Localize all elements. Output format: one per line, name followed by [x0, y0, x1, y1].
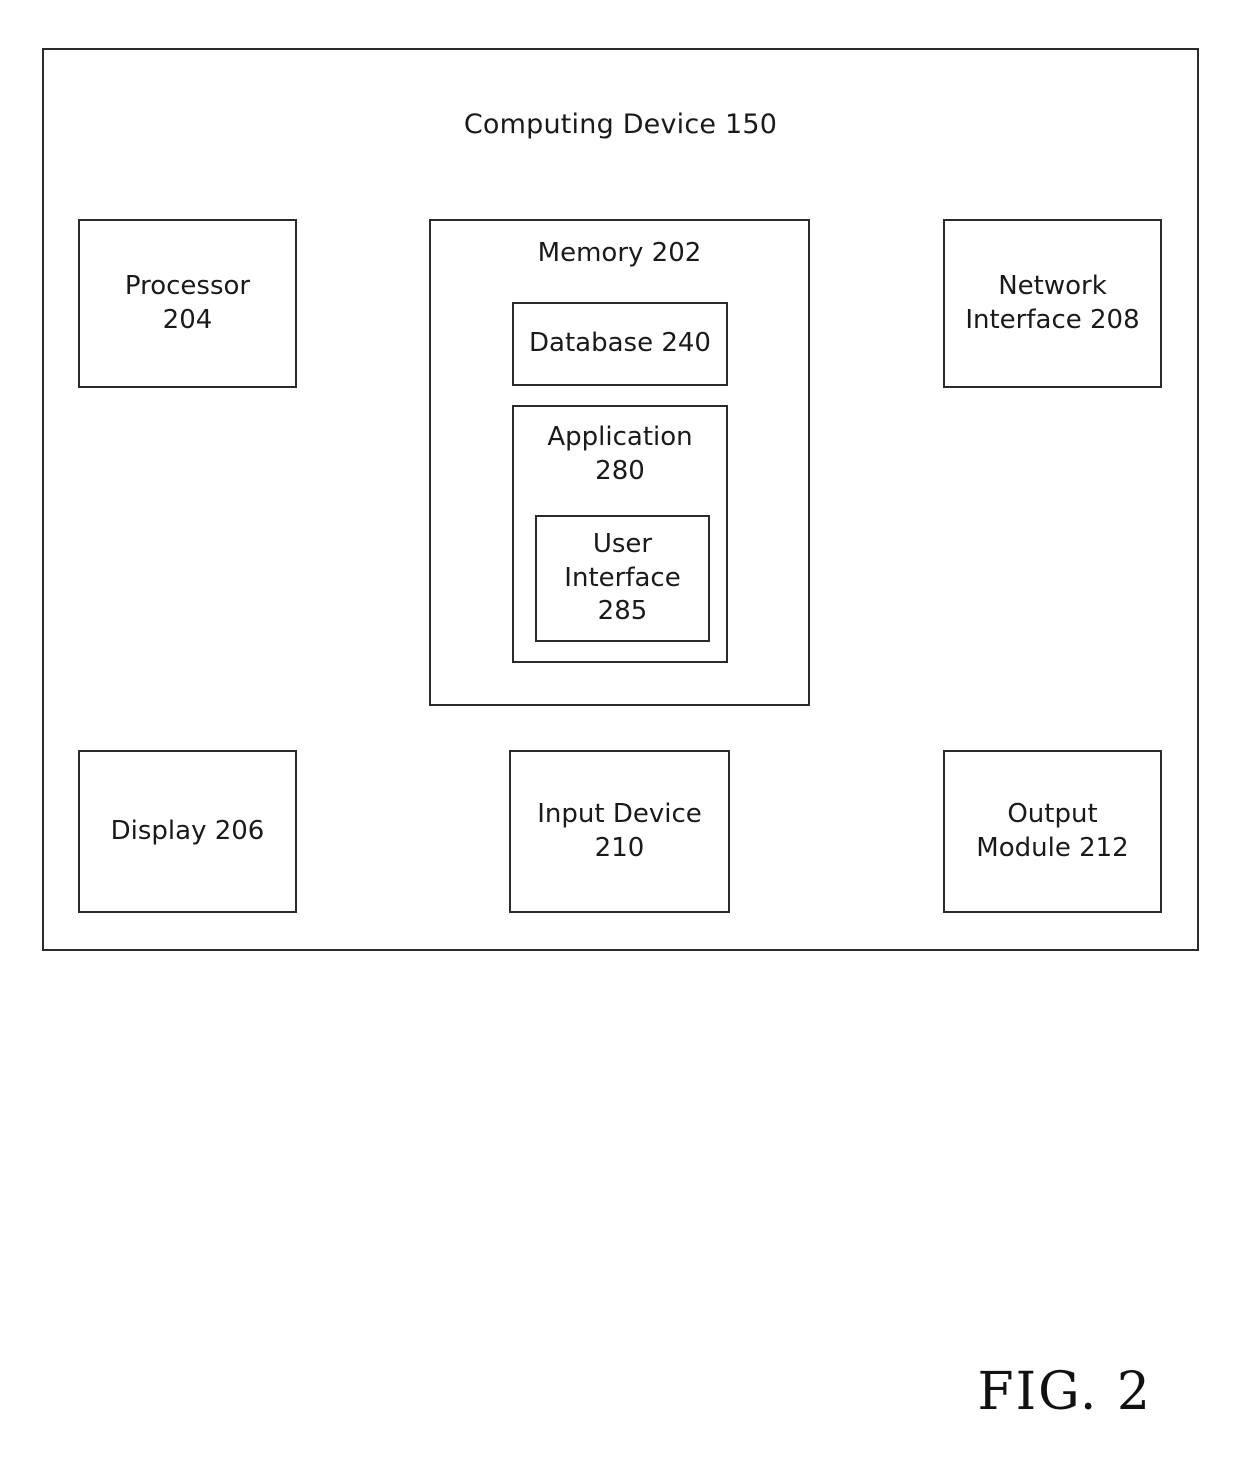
- database-label: Database 240: [529, 328, 711, 359]
- memory-label: Memory 202: [537, 238, 702, 268]
- figure-caption: FIG. 2: [977, 1362, 1152, 1422]
- display-block: Display 206: [78, 750, 297, 913]
- figure-canvas: Computing Device 150 Processor 204 Memor…: [0, 0, 1240, 1480]
- application-label: Application 280: [547, 422, 693, 486]
- display-label: Display 206: [110, 815, 265, 846]
- processor-label: Processor 204: [124, 270, 251, 335]
- output-module-label: Output Module 212: [976, 798, 1129, 863]
- user-interface-label: User Interface 285: [564, 528, 681, 627]
- input-device-block: Input Device 210: [509, 750, 730, 913]
- database-block: Database 240: [512, 302, 728, 386]
- computing-device-label: Computing Device 150: [463, 109, 778, 140]
- network-interface-label: Network Interface 208: [965, 270, 1140, 335]
- processor-block: Processor 204: [78, 219, 297, 388]
- user-interface-block: User Interface 285: [535, 515, 710, 642]
- network-interface-block: Network Interface 208: [943, 219, 1162, 388]
- output-module-block: Output Module 212: [943, 750, 1162, 913]
- input-device-label: Input Device 210: [537, 798, 702, 863]
